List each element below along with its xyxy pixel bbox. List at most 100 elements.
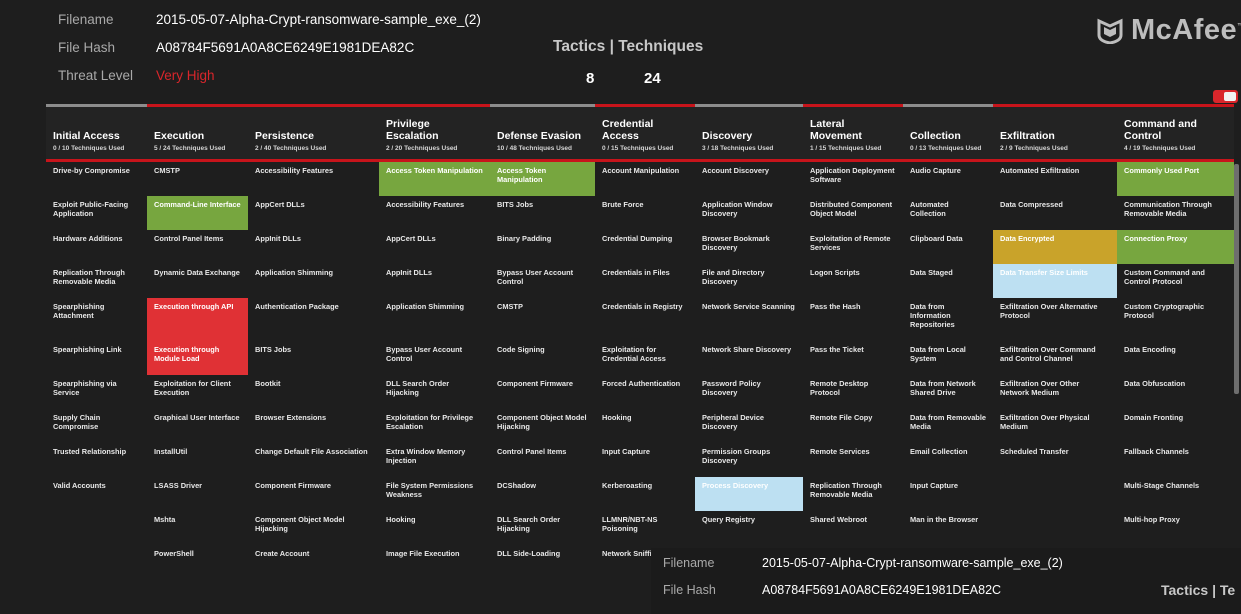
technique-cell[interactable]: Pass the Ticket [803, 341, 903, 375]
technique-cell[interactable]: Graphical User Interface [147, 409, 248, 443]
technique-cell[interactable]: AppInit DLLs [379, 264, 490, 298]
technique-cell[interactable]: Network Service Scanning [695, 298, 803, 341]
technique-cell[interactable]: Trusted Relationship [46, 443, 147, 477]
technique-cell[interactable]: Exfiltration Over Command and Control Ch… [993, 341, 1117, 375]
technique-cell[interactable]: Drive-by Compromise [46, 162, 147, 196]
technique-cell[interactable]: BITS Jobs [248, 341, 379, 375]
technique-cell[interactable]: Data from Network Shared Drive [903, 375, 993, 409]
technique-cell[interactable]: Data Compressed [993, 196, 1117, 230]
technique-cell[interactable]: Brute Force [595, 196, 695, 230]
technique-cell[interactable]: Exploitation for Privilege Escalation [379, 409, 490, 443]
tactic-header[interactable]: Persistence 2 / 40 Techniques Used [248, 104, 379, 162]
technique-cell[interactable]: Email Collection [903, 443, 993, 477]
technique-cell[interactable]: Image File Execution [379, 545, 490, 579]
technique-cell[interactable]: Bypass User Account Control [490, 264, 595, 298]
technique-cell[interactable]: Mshta [147, 511, 248, 545]
technique-cell[interactable]: Application Deployment Software [803, 162, 903, 196]
technique-cell[interactable]: Account Manipulation [595, 162, 695, 196]
technique-cell[interactable]: Access Token Manipulation [379, 162, 490, 196]
technique-cell[interactable]: Exploit Public-Facing Application [46, 196, 147, 230]
technique-cell[interactable]: LSASS Driver [147, 477, 248, 511]
technique-cell[interactable]: Input Capture [595, 443, 695, 477]
technique-cell[interactable]: Supply Chain Compromise [46, 409, 147, 443]
technique-cell[interactable]: CMSTP [147, 162, 248, 196]
technique-cell[interactable]: Password Policy Discovery [695, 375, 803, 409]
technique-cell[interactable]: Exfiltration Over Physical Medium [993, 409, 1117, 443]
tactic-header[interactable]: Lateral Movement 1 / 15 Techniques Used [803, 104, 903, 162]
tactic-header[interactable]: Discovery 3 / 18 Techniques Used [695, 104, 803, 162]
technique-cell[interactable]: DLL Search Order Hijacking [379, 375, 490, 409]
technique-cell[interactable]: Accessibility Features [379, 196, 490, 230]
matrix-scrollbar[interactable] [1234, 164, 1239, 394]
tactic-header[interactable]: Defense Evasion 10 / 48 Techniques Used [490, 104, 595, 162]
tactic-header[interactable]: Initial Access 0 / 10 Techniques Used [46, 104, 147, 162]
technique-cell[interactable]: Hooking [379, 511, 490, 545]
technique-cell[interactable]: DCShadow [490, 477, 595, 511]
technique-cell[interactable]: Exploitation of Remote Services [803, 230, 903, 264]
technique-cell[interactable]: Browser Bookmark Discovery [695, 230, 803, 264]
technique-cell[interactable]: Exfiltration Over Other Network Medium [993, 375, 1117, 409]
technique-cell[interactable]: Credentials in Registry [595, 298, 695, 341]
technique-cell[interactable]: Access Token Manipulation [490, 162, 595, 196]
technique-cell[interactable]: Shared Webroot [803, 511, 903, 545]
technique-cell[interactable]: Account Discovery [695, 162, 803, 196]
technique-cell[interactable]: Application Shimming [248, 264, 379, 298]
technique-cell[interactable]: PowerShell [147, 545, 248, 579]
technique-cell[interactable]: DLL Side-Loading [490, 545, 595, 579]
technique-cell[interactable]: Logon Scripts [803, 264, 903, 298]
technique-cell[interactable]: Spearphishing via Service [46, 375, 147, 409]
technique-cell[interactable]: Data Encoding [1117, 341, 1234, 375]
technique-cell[interactable]: Data from Information Repositories [903, 298, 993, 341]
technique-cell[interactable]: Permission Groups Discovery [695, 443, 803, 477]
technique-cell[interactable]: Kerberoasting [595, 477, 695, 511]
technique-cell[interactable]: Automated Collection [903, 196, 993, 230]
tactic-header[interactable]: Privilege Escalation 2 / 20 Techniques Us… [379, 104, 490, 162]
technique-cell[interactable]: AppCert DLLs [248, 196, 379, 230]
technique-cell[interactable]: Exfiltration Over Alternative Protocol [993, 298, 1117, 341]
technique-cell[interactable]: Man in the Browser [903, 511, 993, 545]
technique-cell[interactable]: Replication Through Removable Media [46, 264, 147, 298]
technique-cell[interactable]: Peripheral Device Discovery [695, 409, 803, 443]
technique-cell[interactable]: Clipboard Data [903, 230, 993, 264]
technique-cell[interactable]: Data Encrypted [993, 230, 1117, 264]
technique-cell[interactable]: Code Signing [490, 341, 595, 375]
technique-cell[interactable]: Spearphishing Attachment [46, 298, 147, 341]
technique-cell[interactable]: Pass the Hash [803, 298, 903, 341]
technique-cell[interactable]: File and Directory Discovery [695, 264, 803, 298]
technique-cell[interactable]: Query Registry [695, 511, 803, 545]
technique-cell[interactable]: Data from Local System [903, 341, 993, 375]
technique-cell[interactable]: Component Object Model Hijacking [248, 511, 379, 545]
technique-cell[interactable]: Automated Exfiltration [993, 162, 1117, 196]
technique-cell[interactable]: Data Staged [903, 264, 993, 298]
technique-cell[interactable]: InstallUtil [147, 443, 248, 477]
technique-cell[interactable]: Accessibility Features [248, 162, 379, 196]
technique-cell[interactable]: File System Permissions Weakness [379, 477, 490, 511]
tactic-header[interactable]: Execution 5 / 24 Techniques Used [147, 104, 248, 162]
technique-cell[interactable]: Application Shimming [379, 298, 490, 341]
view-toggle[interactable] [1213, 90, 1238, 103]
technique-cell[interactable]: Multi-hop Proxy [1117, 511, 1234, 545]
technique-cell[interactable]: LLMNR/NBT-NS Poisoning [595, 511, 695, 545]
tactic-header[interactable]: Collection 0 / 13 Techniques Used [903, 104, 993, 162]
technique-cell[interactable]: Execution through API [147, 298, 248, 341]
technique-cell[interactable]: Extra Window Memory Injection [379, 443, 490, 477]
technique-cell[interactable]: Input Capture [903, 477, 993, 511]
technique-cell[interactable]: Data Obfuscation [1117, 375, 1234, 409]
technique-cell[interactable]: Data from Removable Media [903, 409, 993, 443]
technique-cell[interactable]: CMSTP [490, 298, 595, 341]
technique-cell[interactable]: Exploitation for Credential Access [595, 341, 695, 375]
technique-cell[interactable]: Authentication Package [248, 298, 379, 341]
technique-cell[interactable]: Application Window Discovery [695, 196, 803, 230]
technique-cell[interactable]: AppCert DLLs [379, 230, 490, 264]
technique-cell[interactable]: Process Discovery [695, 477, 803, 511]
technique-cell[interactable]: Fallback Channels [1117, 443, 1234, 477]
technique-cell[interactable]: Remote Services [803, 443, 903, 477]
technique-cell[interactable]: Remote Desktop Protocol [803, 375, 903, 409]
technique-cell[interactable]: Component Firmware [490, 375, 595, 409]
technique-cell[interactable]: Hooking [595, 409, 695, 443]
technique-cell[interactable]: Custom Cryptographic Protocol [1117, 298, 1234, 341]
technique-cell[interactable]: Command-Line Interface [147, 196, 248, 230]
technique-cell[interactable]: Forced Authentication [595, 375, 695, 409]
technique-cell[interactable]: Remote File Copy [803, 409, 903, 443]
technique-cell[interactable]: Replication Through Removable Media [803, 477, 903, 511]
